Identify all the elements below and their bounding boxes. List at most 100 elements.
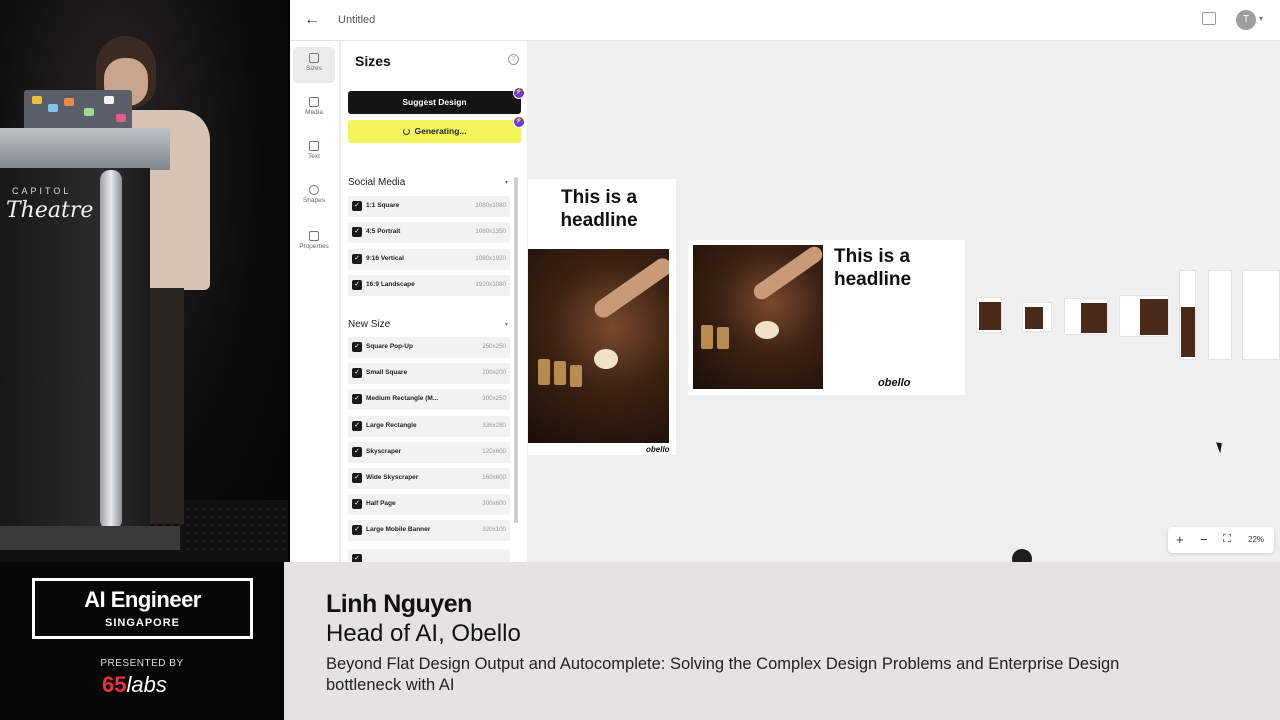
size-row[interactable]: ✓ Square Pop-Up 250x250 — [348, 337, 510, 358]
checkbox-icon[interactable]: ✓ — [352, 368, 362, 379]
rail-item-label: Sizes — [306, 65, 322, 72]
size-dimensions: 120x600 — [482, 447, 506, 455]
size-variant-thumbnail[interactable] — [1119, 295, 1169, 337]
size-variant-thumbnail[interactable] — [1242, 270, 1280, 360]
size-dimensions: 320x100 — [482, 526, 506, 534]
event-logo-frame: AI Engineer SINGAPORE — [32, 578, 253, 639]
product-photo — [693, 245, 823, 389]
checkbox-icon[interactable]: ✓ — [352, 554, 362, 562]
laptop-sticker — [32, 96, 42, 104]
size-row[interactable]: ✓ 4:5 Portrait 1080x1350 — [348, 222, 510, 244]
size-dimensions: 1920x1080 — [475, 280, 506, 288]
size-name: 4:5 Portrait — [366, 228, 401, 236]
chevron-down-icon[interactable]: ▾ — [505, 179, 508, 186]
checkbox-icon[interactable]: ✓ — [352, 342, 362, 352]
chevron-down-icon[interactable]: ▾ — [1259, 14, 1263, 23]
size-dimensions: 1080x1920 — [475, 254, 506, 262]
podium-top — [0, 128, 170, 170]
size-row[interactable]: ✓ Wide Skyscraper 160x600 — [348, 468, 510, 489]
checkbox-icon[interactable]: ✓ — [352, 525, 362, 536]
size-row[interactable]: ✓ 9:16 Vertical 1080x1920 — [348, 248, 510, 270]
rail-item-label: Properties — [299, 243, 329, 250]
checkbox-icon[interactable]: ✓ — [352, 499, 362, 510]
zoom-out-icon[interactable]: − — [1200, 532, 1208, 547]
size-row[interactable]: ✓ Half Page 300x600 — [348, 494, 510, 516]
fit-screen-icon[interactable]: ⛶ — [1223, 533, 1231, 546]
size-variant-thumbnail[interactable] — [1064, 298, 1108, 335]
size-row[interactable]: ✓ Medium Rectangle (M... 300x250 — [348, 389, 510, 411]
size-row[interactable]: ✓ Small Square 200x200 — [348, 363, 510, 385]
checkbox-icon[interactable]: ✓ — [352, 201, 362, 211]
checkbox-icon[interactable]: ✓ — [352, 473, 362, 483]
talk-title: Beyond Flat Design Output and Autocomple… — [326, 655, 1120, 694]
ai-assistant-button[interactable] — [1012, 549, 1032, 562]
photo-cup — [570, 365, 582, 387]
rail-item-media[interactable]: Media — [293, 91, 335, 127]
size-dimensions: 300x250 — [482, 395, 506, 403]
product-photo — [528, 249, 669, 443]
thumbnail-photo — [1025, 307, 1043, 329]
design-canvas[interactable]: This is a headline obello This is a head… — [528, 41, 1280, 562]
portrait-design-card[interactable]: This is a headline obello — [528, 179, 676, 455]
size-row[interactable]: ✓ 1:1 Square 1080x1080 — [348, 196, 510, 217]
comment-icon[interactable] — [1202, 12, 1216, 25]
size-dimensions: 300x600 — [482, 500, 506, 508]
size-row[interactable]: ✓ 16:9 Landscape 1920x1080 — [348, 274, 510, 296]
size-name: Medium Rectangle (M... — [366, 395, 439, 403]
sponsor-number: 65 — [102, 672, 127, 697]
checkbox-icon[interactable]: ✓ — [352, 253, 362, 264]
size-row[interactable]: ✓ — [348, 549, 510, 562]
rail-item-text[interactable]: Text — [293, 135, 335, 171]
landscape-design-card[interactable]: This is a headline obello — [688, 240, 965, 395]
stage-video: CAPITOL Theatre — [0, 0, 288, 562]
document-title[interactable]: Untitled — [338, 14, 375, 26]
zoom-in-icon[interactable]: + — [1176, 532, 1184, 547]
size-name: 16:9 Landscape — [366, 280, 415, 288]
checkbox-icon[interactable]: ✓ — [352, 394, 362, 405]
section-new-size: New Size — [348, 319, 391, 330]
speaker-role: Head of AI, Obello — [326, 620, 521, 647]
text-icon — [309, 141, 319, 151]
venue-name-script: Theatre — [6, 198, 94, 223]
panel-scrollbar[interactable] — [514, 177, 518, 523]
zoom-level[interactable]: 22% — [1248, 535, 1264, 544]
generating-button[interactable]: Generating... — [348, 120, 521, 143]
thumbnail-photo — [1081, 303, 1107, 333]
laptop-sticker — [104, 96, 114, 104]
event-brand-box: AI Engineer SINGAPORE PRESENTED BY 65lab… — [0, 562, 284, 720]
rail-item-properties[interactable]: Properties — [293, 225, 335, 261]
size-dimensions: 160x600 — [482, 474, 506, 481]
chevron-down-icon[interactable]: ▾ — [505, 321, 508, 328]
size-variant-thumbnail[interactable] — [1208, 270, 1232, 360]
size-name: Square Pop-Up — [366, 343, 413, 350]
generating-label: Generating... — [414, 126, 467, 136]
checkbox-icon[interactable]: ✓ — [352, 446, 362, 457]
size-name: Large Mobile Banner — [366, 526, 431, 534]
size-variant-thumbnail[interactable] — [1179, 270, 1196, 360]
lightning-badge-icon: ⚡ — [513, 87, 525, 99]
size-row[interactable]: ✓ Large Mobile Banner 320x100 — [348, 520, 510, 542]
size-row[interactable]: ✓ Large Rectangle 336x280 — [348, 415, 510, 437]
avatar[interactable]: T — [1236, 10, 1256, 30]
checkbox-icon[interactable]: ✓ — [352, 227, 362, 238]
sponsor-logo: 65labs — [102, 672, 167, 698]
suggest-design-button[interactable]: Suggest Design — [348, 91, 521, 114]
arrow-left-icon[interactable]: ← — [304, 11, 322, 29]
photo-cup — [538, 359, 550, 385]
photo-arm — [750, 245, 823, 303]
panel-title: Sizes — [355, 53, 391, 69]
size-row[interactable]: ✓ Skyscraper 120x600 — [348, 441, 510, 463]
size-variant-thumbnail[interactable] — [976, 297, 1002, 333]
checkbox-icon[interactable]: ✓ — [352, 420, 362, 431]
checkbox-icon[interactable]: ✓ — [352, 279, 362, 290]
laptop-sticker — [116, 114, 126, 122]
rail-item-shapes[interactable]: Shapes — [293, 179, 335, 215]
help-icon[interactable]: ? — [508, 54, 519, 65]
size-dimensions: 250x250 — [482, 343, 506, 350]
size-name: Skyscraper — [366, 447, 402, 455]
shapes-icon — [309, 185, 319, 195]
size-name: Half Page — [366, 500, 396, 508]
size-variant-thumbnail[interactable] — [1022, 302, 1052, 332]
design-app-window: ← Untitled T ▾ Sizes Media Text Shapes P… — [290, 0, 1280, 562]
rail-item-sizes[interactable]: Sizes — [293, 47, 335, 83]
